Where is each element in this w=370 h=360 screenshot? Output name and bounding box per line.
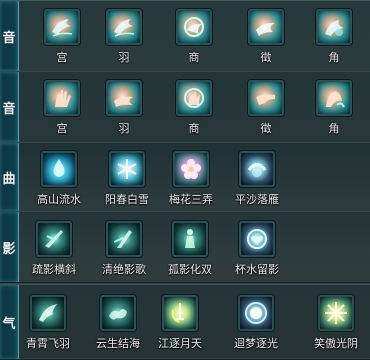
skill-label: 笑傲光阴 [314, 337, 358, 350]
skill-slot[interactable]: 梅花三弄 [161, 151, 221, 207]
open-hand-icon [44, 80, 80, 116]
skill-slot[interactable]: 角 [304, 9, 364, 65]
shadow-slash-icon [106, 221, 142, 257]
skill-slot[interactable]: 杯水留影 [227, 221, 287, 277]
skill-label: 羽 [118, 51, 130, 64]
skill-label: 青霄飞羽 [26, 337, 70, 350]
skill-slot[interactable]: 孤影化双 [160, 221, 220, 277]
open-hand-icon [106, 80, 142, 116]
skill-label: 角 [328, 51, 340, 64]
skill-slot[interactable]: 角 [304, 80, 364, 136]
light-orb-icon [238, 295, 274, 331]
row-label: 音 [0, 72, 19, 142]
skill-row-qi: 气 青霄飞羽 云生结海 江逐月天 迴梦逐光 笑傲光阴 [0, 284, 370, 360]
hand-wave-icon [176, 9, 212, 45]
skill-slot[interactable]: 宫 [32, 9, 92, 65]
water-drop-icon [41, 151, 77, 187]
skill-label: 迴梦逐光 [234, 337, 278, 350]
skill-slot[interactable]: 羽 [94, 80, 154, 136]
skill-label: 清绝影歌 [102, 263, 146, 276]
plum-blossom-icon [173, 151, 209, 187]
skill-label: 孤影化双 [168, 263, 212, 276]
skill-slot[interactable]: 宫 [32, 80, 92, 136]
skill-label: 角 [328, 122, 340, 135]
skill-slot[interactable]: 云生结海 [88, 295, 148, 351]
hand-wave-icon [106, 9, 142, 45]
skill-label: 云生结海 [96, 337, 140, 350]
skill-row-qu: 曲 高山流水 阳春白雪 梅花三弄 平沙落雁 [0, 142, 370, 212]
skill-label: 商 [188, 51, 200, 64]
skill-slot[interactable]: 迴梦逐光 [226, 295, 286, 351]
skill-row-ying: 影 疏影横斜 清绝影歌 孤影化双 杯水留影 [0, 211, 370, 283]
skill-row-yin-2: 音 宫 羽 商 徵 角 [0, 71, 370, 143]
skill-row-yin-1: 音 宫 羽 商 徵 角 [0, 0, 370, 72]
skill-slot[interactable]: 阳春白雪 [97, 151, 157, 207]
heart-ring-icon [239, 221, 275, 257]
skill-label: 高山流水 [37, 193, 81, 206]
row-label: 曲 [0, 143, 19, 211]
open-hand-icon [316, 80, 352, 116]
skill-slot[interactable]: 笑傲光阴 [306, 295, 366, 351]
open-hand-icon [248, 80, 284, 116]
sword-moon-icon [162, 295, 198, 331]
shadow-slash-icon [36, 221, 72, 257]
skill-label: 徵 [260, 51, 272, 64]
skill-label: 羽 [118, 122, 130, 135]
skill-slot[interactable]: 商 [164, 9, 224, 65]
snowflake-icon [109, 151, 145, 187]
row-label: 气 [0, 285, 19, 359]
light-burst-icon [318, 295, 354, 331]
skill-slot[interactable]: 疏影横斜 [24, 221, 84, 277]
hand-wave-icon [316, 9, 352, 45]
skill-slot[interactable]: 徵 [236, 9, 296, 65]
skill-slot[interactable]: 青霄飞羽 [18, 295, 78, 351]
skill-slot[interactable]: 清绝影歌 [94, 221, 154, 277]
crescent-ring-icon [239, 151, 275, 187]
shadow-figure-icon [172, 221, 208, 257]
skill-slot[interactable]: 江逐月天 [150, 295, 210, 351]
skill-label: 疏影横斜 [32, 263, 76, 276]
skill-slot[interactable]: 羽 [94, 9, 154, 65]
row-label: 音 [0, 1, 19, 71]
skill-slot[interactable]: 平沙落雁 [227, 151, 287, 207]
skill-label: 江逐月天 [158, 337, 202, 350]
skill-label: 宫 [56, 122, 68, 135]
hand-wave-icon [44, 9, 80, 45]
skill-label: 梅花三弄 [169, 193, 213, 206]
hand-wave-icon [248, 9, 284, 45]
skill-label: 徵 [260, 122, 272, 135]
cloud-swirl-icon [100, 295, 136, 331]
row-label: 影 [0, 212, 19, 282]
skill-slot[interactable]: 徵 [236, 80, 296, 136]
skill-label: 商 [188, 122, 200, 135]
skill-label: 宫 [56, 51, 68, 64]
flying-feather-icon [30, 295, 66, 331]
skill-slot[interactable]: 高山流水 [29, 151, 89, 207]
skill-label: 杯水留影 [235, 263, 279, 276]
skill-label: 平沙落雁 [235, 193, 279, 206]
open-hand-icon [176, 80, 212, 116]
skill-slot[interactable]: 商 [164, 80, 224, 136]
skill-label: 阳春白雪 [105, 193, 149, 206]
